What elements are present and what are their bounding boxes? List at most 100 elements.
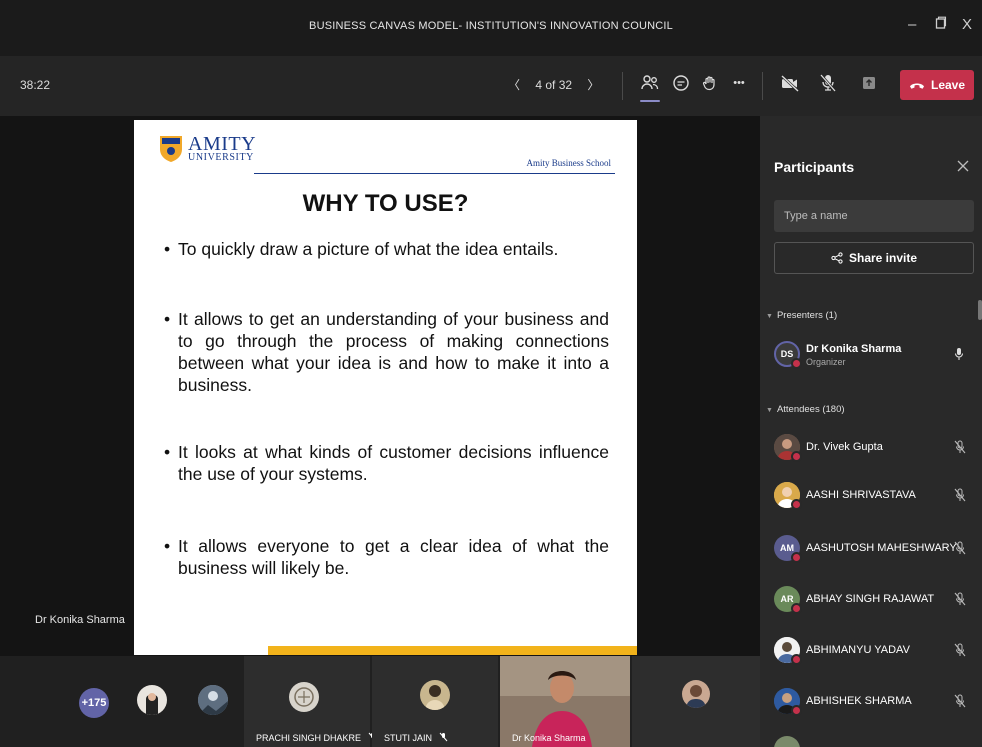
presenters-section-toggle[interactable]: ▼ Presenters (1) <box>766 310 837 321</box>
page-indicator: 4 of 32 <box>535 78 573 92</box>
participant-name: Dr. Vivek Gupta <box>806 441 883 453</box>
maximize-icon <box>935 16 947 29</box>
participant-name: ABHIMANYU YADAV <box>806 644 910 656</box>
slide-title: WHY TO USE? <box>302 190 469 217</box>
participant-name: PRACHI SINGH DHAKRE <box>256 732 377 743</box>
attendee-row[interactable]: AM AASHUTOSH MAHESHWARY <box>774 535 974 569</box>
status-badge <box>791 499 802 510</box>
bullet-item: It allows everyone to get a clear idea o… <box>164 535 609 579</box>
panel-scrollbar[interactable] <box>978 300 982 320</box>
mic-toggle-button[interactable] <box>815 70 841 96</box>
status-badge <box>791 705 802 716</box>
status-badge <box>791 654 802 665</box>
bullet-item: It looks at what kinds of customer decis… <box>164 441 609 485</box>
participant-search-input[interactable] <box>774 200 974 232</box>
logo-subtitle: UNIVERSITY <box>188 152 254 163</box>
avatar-emblem-icon <box>294 687 314 707</box>
mic-status <box>954 592 966 611</box>
avatar[interactable] <box>198 685 228 715</box>
slide-accent-bar <box>268 646 637 655</box>
participant-tile[interactable]: STUTI JAIN <box>372 656 498 747</box>
participant-tile[interactable] <box>632 656 760 747</box>
share-invite-button[interactable]: Share invite <box>774 242 974 274</box>
avatar-landscape-icon <box>198 685 228 715</box>
next-slide-button[interactable]: 〉 <box>587 76 599 93</box>
participant-name: ABHAY SINGH RAJAWAT <box>806 593 935 605</box>
participant-video-tile[interactable]: Dr Konika Sharma <box>500 656 630 747</box>
participant-tile[interactable]: PRACHI SINGH DHAKRE <box>244 656 376 747</box>
leave-label: Leave <box>930 78 966 92</box>
mic-off-icon <box>954 694 966 708</box>
attendee-row[interactable]: ABHIMANYU YADAV <box>774 637 974 671</box>
title-bar: BUSINESS CANVAS MODEL- INSTITUTION'S INN… <box>0 0 982 56</box>
camera-toggle-button[interactable] <box>777 70 803 96</box>
attendee-row[interactable]: AASHI SHRIVASTAVA <box>774 482 974 516</box>
caret-down-icon: ▼ <box>766 407 773 414</box>
participant-name: Dr Konika Sharma <box>512 733 586 743</box>
chat-button[interactable] <box>668 70 694 96</box>
status-badge <box>791 358 802 369</box>
mic-status <box>954 694 966 713</box>
meeting-toolbar: 38:22 〈 4 of 32 〉 ••• Leave <box>0 56 982 116</box>
participant-name: Dr Konika Sharma <box>806 343 902 355</box>
attendee-row[interactable]: AR ABHAY SINGH RAJAWAT <box>774 586 974 620</box>
attendee-row[interactable]: ABHISHEK SHARMA <box>774 688 974 722</box>
avatar[interactable] <box>137 685 167 715</box>
minimize-button[interactable]: – <box>908 16 916 33</box>
avatar <box>682 680 710 708</box>
participant-name: AASHI SHRIVASTAVA <box>806 489 916 501</box>
bullet-item: It allows to get an understanding of you… <box>164 308 609 396</box>
window-title: BUSINESS CANVAS MODEL- INSTITUTION'S INN… <box>309 20 673 32</box>
avatar <box>774 736 800 747</box>
share-icon <box>831 252 843 264</box>
raise-hand-button[interactable] <box>697 70 723 96</box>
participant-name: AASHUTOSH MAHESHWARY <box>806 542 957 554</box>
school-name: Amity Business School <box>526 158 611 168</box>
participant-name: ABHISHEK SHARMA <box>806 695 912 707</box>
mic-icon <box>954 348 964 360</box>
mic-status <box>954 541 966 560</box>
participant-role: Organizer <box>806 357 846 367</box>
mic-off-icon <box>439 732 447 742</box>
shared-slide: AMITY UNIVERSITY Amity Business School W… <box>134 120 637 655</box>
status-badge <box>791 451 802 462</box>
mic-status <box>954 488 966 507</box>
attendee-row[interactable] <box>774 736 974 747</box>
panel-title: Participants <box>774 159 855 175</box>
camera-off-icon <box>781 75 799 92</box>
phone-hangup-icon <box>909 83 924 89</box>
participants-button[interactable] <box>637 70 663 102</box>
more-options-button[interactable]: ••• <box>726 70 752 96</box>
amity-logo: AMITY UNIVERSITY <box>158 134 256 164</box>
avatar-person-icon <box>686 685 706 708</box>
attendee-row[interactable]: Dr. Vivek Gupta <box>774 434 974 468</box>
participants-panel: Participants Share invite ▼Presenters (1… <box>760 116 982 747</box>
presenter-row[interactable]: DS Dr Konika Sharma Organizer <box>774 341 974 375</box>
share-invite-label: Share invite <box>848 251 918 265</box>
prev-slide-button[interactable]: 〈 <box>508 76 520 93</box>
close-window-button[interactable]: X <box>962 16 972 33</box>
maximize-button[interactable] <box>935 16 947 33</box>
share-tray-button[interactable] <box>856 70 882 96</box>
participant-name: STUTI JAIN <box>384 732 448 743</box>
participants-icon <box>641 75 659 90</box>
mic-status <box>954 347 964 366</box>
avatar-person-icon <box>146 693 158 715</box>
university-crest-icon <box>160 136 182 162</box>
mic-status <box>954 440 966 459</box>
bullet-item: To quickly draw a picture of what the id… <box>164 238 609 260</box>
header-rule <box>254 173 615 174</box>
close-panel-button[interactable] <box>957 159 969 177</box>
presenter-name-label: Dr Konika Sharma <box>35 614 125 626</box>
status-badge <box>791 603 802 614</box>
mic-status <box>954 643 966 662</box>
more-participants-badge[interactable]: +175 <box>79 688 109 718</box>
leave-button[interactable]: Leave <box>900 70 974 100</box>
attendees-section-toggle[interactable]: ▼ Attendees (180) <box>766 404 845 415</box>
share-tray-icon <box>863 77 875 89</box>
mic-off-icon <box>954 643 966 657</box>
avatar-person-icon <box>425 685 445 710</box>
toolbar-divider <box>762 72 763 100</box>
mic-off-icon <box>954 440 966 454</box>
mic-off-icon <box>954 592 966 606</box>
